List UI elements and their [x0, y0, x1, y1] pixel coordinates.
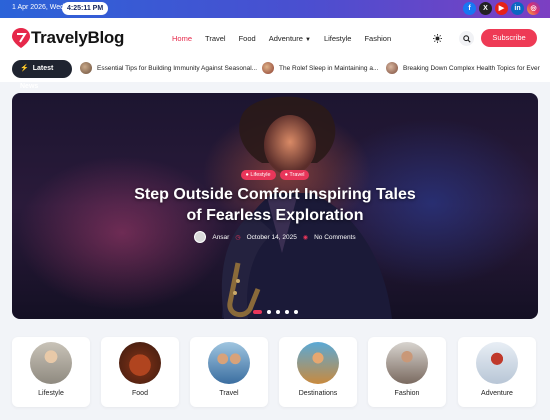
nav-adventure[interactable]: Adventure ▼: [269, 34, 311, 43]
hero-title[interactable]: Step Outside Comfort Inspiring Tales of …: [125, 184, 425, 226]
current-time: 4:25:11 PM: [62, 2, 109, 15]
category-cards: Lifestyle Food Travel Destinations Fashi…: [12, 337, 538, 407]
category-label: Destinations: [298, 390, 338, 397]
nav-travel[interactable]: Travel: [205, 34, 226, 43]
nav-food[interactable]: Food: [239, 34, 256, 43]
nav-lifestyle[interactable]: Lifestyle: [324, 34, 352, 43]
x-icon[interactable]: X: [479, 2, 492, 15]
post-date: October 14, 2025: [246, 233, 297, 241]
calendar-icon: ◷: [235, 234, 241, 241]
badge-label: Lifestyle: [250, 172, 271, 178]
search-icon: [462, 34, 471, 43]
category-label: Fashion: [394, 390, 420, 397]
slider-dot[interactable]: [293, 310, 298, 314]
social-links: f X ▶ in ◎: [463, 2, 540, 15]
chevron-down-icon: ▼: [304, 37, 311, 43]
badge-travel[interactable]: ● Travel: [279, 170, 310, 180]
comment-icon: ◉: [302, 234, 309, 241]
slider-dots: [12, 310, 538, 314]
slider-dot[interactable]: [266, 310, 271, 314]
news-thumbnail: [80, 62, 92, 74]
latest-news-label: ⚡ Latest News: [12, 60, 72, 90]
category-card-travel[interactable]: Travel: [190, 337, 268, 407]
category-image: [208, 342, 250, 384]
category-image: [297, 342, 339, 384]
slider-dot[interactable]: [275, 310, 280, 314]
category-label: Food: [132, 390, 148, 397]
category-image: [119, 342, 161, 384]
category-card-adventure[interactable]: Adventure: [458, 337, 536, 407]
category-image: [386, 342, 428, 384]
news-item[interactable]: The Rolef Sleep in Maintaining a...: [262, 62, 378, 74]
youtube-icon[interactable]: ▶: [495, 2, 508, 15]
nav-adventure-label: Adventure: [268, 34, 303, 43]
badge-label: Travel: [289, 172, 305, 178]
category-card-fashion[interactable]: Fashion: [368, 337, 446, 407]
category-label: Lifestyle: [38, 390, 64, 397]
linkedin-icon[interactable]: in: [511, 2, 524, 15]
category-image: [30, 342, 72, 384]
category-label: Travel: [219, 390, 239, 397]
nav-fashion[interactable]: Fashion: [364, 34, 391, 43]
theme-toggle-button[interactable]: [430, 31, 445, 46]
news-thumbnail: [262, 62, 274, 74]
news-title: Breaking Down Complex Health Topics for …: [403, 64, 540, 72]
news-title: Essential Tips for Building Immunity Aga…: [97, 64, 258, 72]
avatar: [194, 231, 207, 243]
main-nav: Home Travel Food Adventure ▼ Lifestyle F…: [172, 34, 404, 43]
badge-lifestyle[interactable]: ● Lifestyle: [240, 170, 276, 180]
news-thumbnail: [386, 62, 398, 74]
nav-home[interactable]: Home: [172, 34, 192, 43]
category-card-lifestyle[interactable]: Lifestyle: [12, 337, 90, 407]
slider-dot[interactable]: [252, 310, 262, 314]
facebook-icon[interactable]: f: [463, 2, 476, 15]
sun-icon: [433, 34, 442, 43]
site-header: TravelyBlog Home Travel Food Adventure ▼…: [0, 18, 550, 58]
comments-count[interactable]: No Comments: [314, 234, 356, 241]
site-logo[interactable]: TravelyBlog: [31, 28, 124, 48]
search-button[interactable]: [459, 31, 474, 46]
category-card-destinations[interactable]: Destinations: [279, 337, 357, 407]
news-item[interactable]: Essential Tips for Building Immunity Aga…: [80, 62, 257, 74]
category-image: [476, 342, 518, 384]
news-title: The Rolef Sleep in Maintaining a...: [279, 64, 379, 72]
instagram-icon[interactable]: ◎: [527, 2, 540, 15]
category-label: Adventure: [481, 390, 513, 397]
subscribe-button[interactable]: Subscribe: [481, 29, 537, 47]
category-card-food[interactable]: Food: [101, 337, 179, 407]
hero-meta: Ansar ◷ October 14, 2025 ◉ No Comments: [12, 231, 538, 243]
hero-badges: ● Lifestyle ● Travel: [12, 170, 538, 180]
latest-news-ticker: ⚡ Latest News Essential Tips for Building…: [0, 58, 550, 90]
current-date: 1 Apr 2026, Wed: [12, 4, 65, 11]
author-name[interactable]: Ansar: [212, 234, 229, 241]
lightning-icon: ⚡: [20, 65, 29, 72]
logo-icon[interactable]: [12, 28, 30, 48]
news-item[interactable]: Breaking Down Complex Health Topics for …: [386, 62, 540, 74]
top-bar: 1 Apr 2026, Wed 4:25:11 PM f X ▶ in ◎: [0, 0, 550, 18]
slider-dot[interactable]: [284, 310, 289, 314]
hero-slider[interactable]: ● Lifestyle ● Travel Step Outside Comfor…: [12, 93, 538, 319]
